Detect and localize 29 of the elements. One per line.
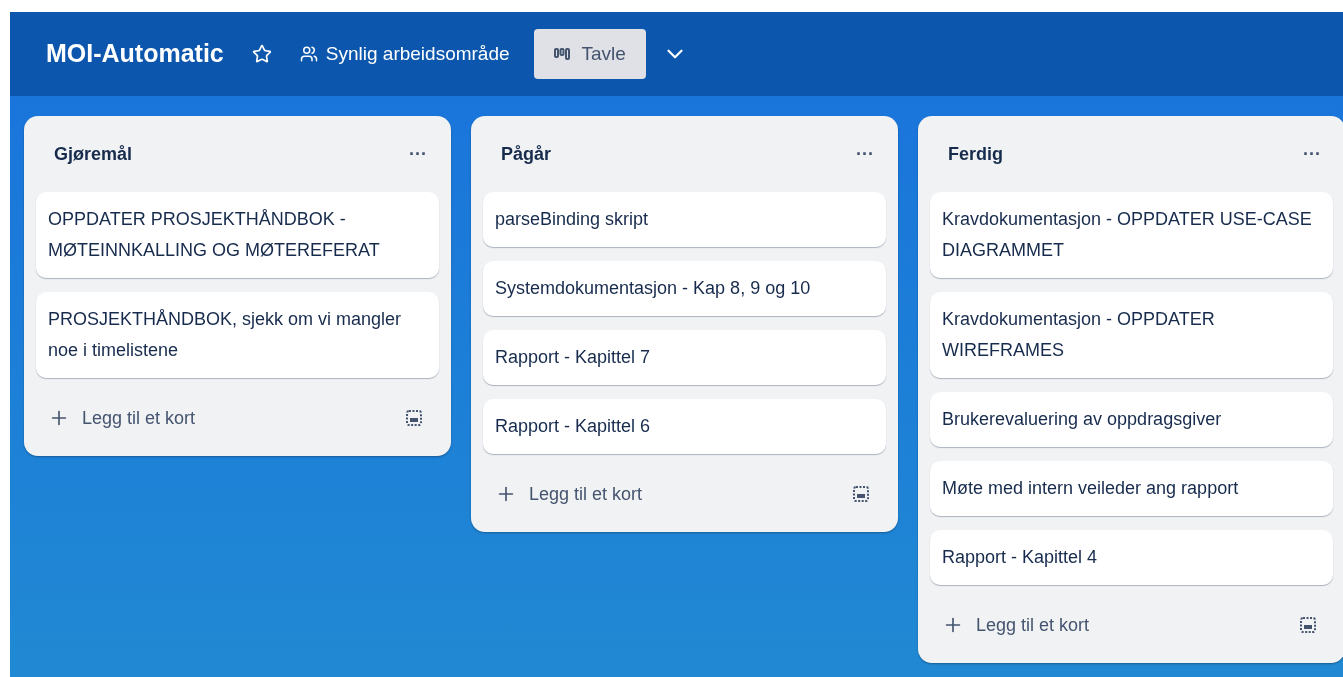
add-card-button[interactable]: Legg til et kort	[48, 404, 196, 432]
list-menu-button[interactable]: ···	[852, 140, 878, 168]
list-menu-button[interactable]: ···	[1299, 140, 1325, 168]
task-card[interactable]: Kravdokumentasjon - OPPDATER USE-CASE DIAGRAMMET	[930, 192, 1333, 278]
task-card[interactable]: Kravdokumentasjon - OPPDATER WIREFRAMES	[930, 292, 1333, 378]
star-icon[interactable]	[251, 44, 272, 64]
board-title: MOI-Automatic	[46, 38, 224, 70]
list-menu-button[interactable]: ···	[405, 140, 431, 168]
task-card[interactable]: Møte med intern veileder ang rapport	[930, 461, 1333, 516]
list-title: Ferdig	[948, 142, 1003, 166]
task-card[interactable]: Systemdokumentasjon - Kap 8, 9 og 10	[483, 261, 886, 316]
task-card[interactable]: parseBinding skript	[483, 192, 886, 247]
template-icon[interactable]	[1299, 616, 1317, 634]
task-card[interactable]: OPPDATER PROSJEKTHÅNDBOK - MØTEINNKALLING OG MØTEREFERAT	[36, 192, 439, 278]
view-tab[interactable]: Tavle	[533, 29, 646, 79]
list-title: Gjøremål	[54, 142, 133, 166]
list-title: Pågår	[501, 142, 552, 166]
task-card[interactable]: Rapport - Kapittel 7	[483, 330, 886, 385]
task-card[interactable]: Rapport - Kapittel 4	[930, 530, 1333, 585]
add-card-button[interactable]: Legg til et kort	[495, 480, 643, 508]
add-card-button[interactable]: Legg til et kort	[942, 611, 1090, 639]
template-icon[interactable]	[405, 409, 423, 427]
visibility-button[interactable]: Synlig arbeidsområde	[299, 39, 510, 69]
task-card[interactable]: PROSJEKTHÅNDBOK, sjekk om vi mangler noe i timelistene	[36, 292, 439, 378]
board-icon	[553, 48, 570, 60]
task-card[interactable]: Rapport - Kapittel 6	[483, 399, 886, 454]
task-card[interactable]: Brukerevaluering av oppdragsgiver	[930, 392, 1333, 447]
people-icon	[299, 45, 318, 63]
template-icon[interactable]	[852, 485, 870, 503]
